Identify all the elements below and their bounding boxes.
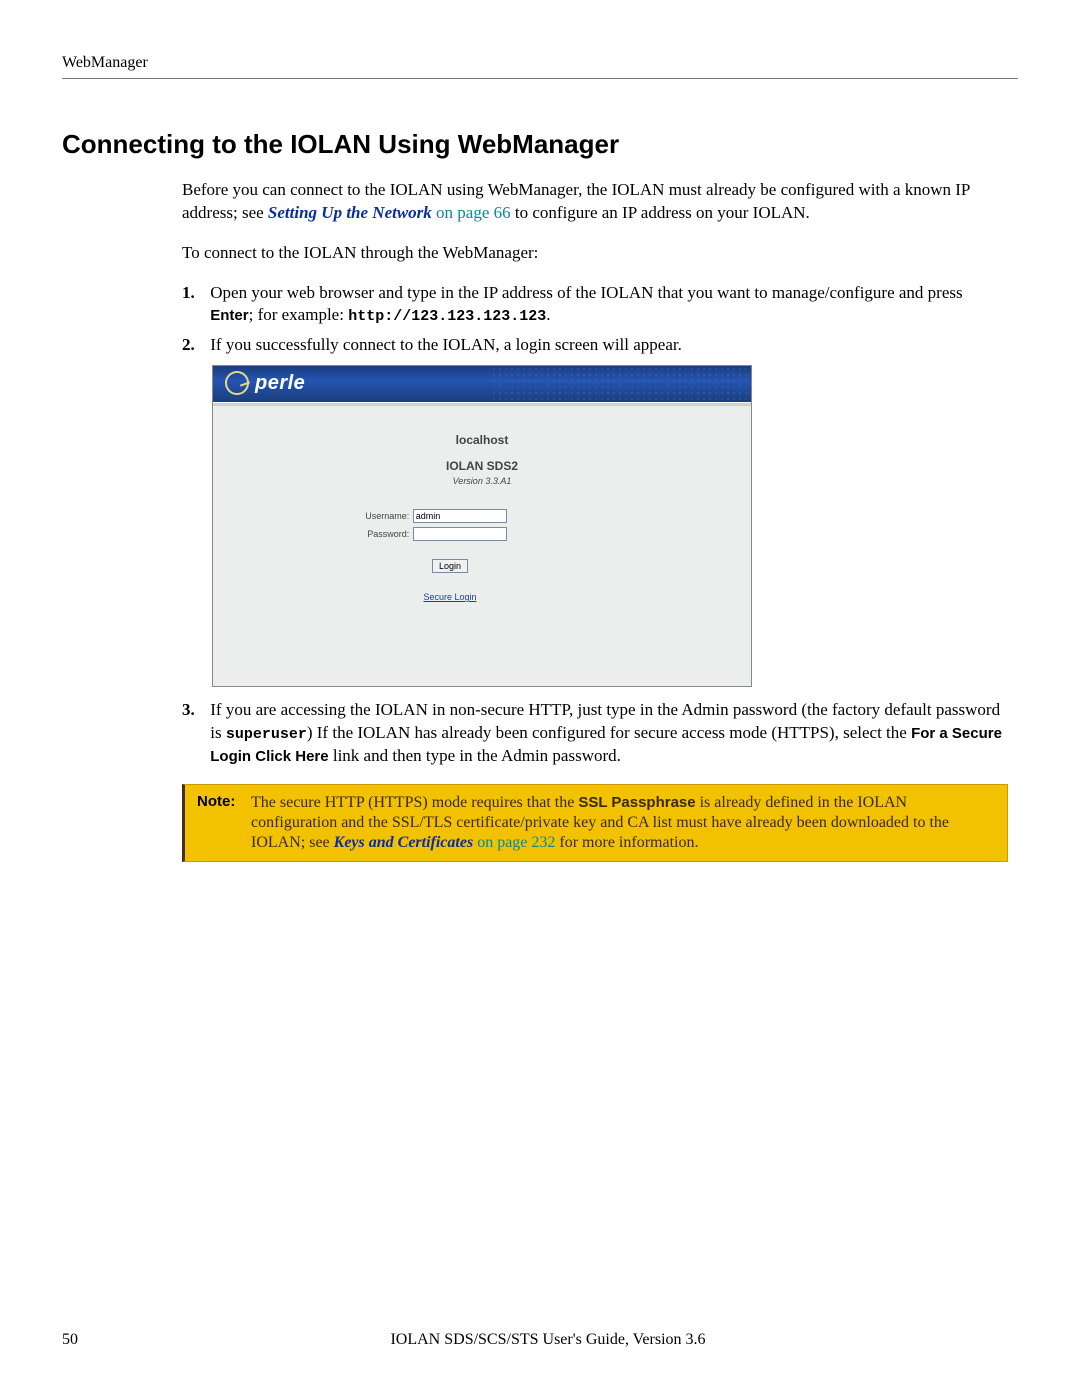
brand-logo: perle — [213, 366, 751, 401]
link-keys-certificates-page[interactable]: on page 232 — [473, 834, 555, 851]
login-header-bar: perle — [213, 366, 751, 402]
logo-ring-icon — [225, 371, 249, 395]
step-number: 2. — [182, 334, 206, 357]
step-number: 3. — [182, 699, 206, 722]
brand-text: perle — [255, 370, 305, 397]
username-input[interactable] — [413, 509, 507, 523]
hostname-label: localhost — [213, 432, 751, 448]
step-3: 3. If you are accessing the IOLAN in non… — [182, 699, 1008, 768]
footer-text: IOLAN SDS/SCS/STS User's Guide, Version … — [62, 1329, 1018, 1351]
step-2: 2. If you successfully connect to the IO… — [182, 334, 1008, 687]
section-title: Connecting to the IOLAN Using WebManager — [62, 127, 1018, 162]
page-number: 50 — [62, 1329, 78, 1351]
version-label: Version 3.3.A1 — [213, 475, 751, 487]
document-page: WebManager Connecting to the IOLAN Using… — [0, 0, 1080, 1397]
link-setting-up-network-page[interactable]: on page 66 — [432, 203, 511, 222]
note-text-a: The secure HTTP (HTTPS) mode requires th… — [251, 794, 578, 811]
note-body: The secure HTTP (HTTPS) mode requires th… — [251, 793, 995, 853]
steps-list: 1. Open your web browser and type in the… — [182, 282, 1008, 768]
password-row: Password: — [213, 527, 751, 541]
login-screenshot: perle localhost IOLAN SDS2 Version 3.3.A… — [212, 365, 752, 687]
step-1: 1. Open your web browser and type in the… — [182, 282, 1008, 328]
step-number: 1. — [182, 282, 206, 305]
step1-text-c: . — [546, 305, 550, 324]
step2-text: If you successfully connect to the IOLAN… — [210, 334, 1006, 357]
step1-example-url: http://123.123.123.123 — [348, 308, 546, 325]
intro-paragraph-1: Before you can connect to the IOLAN usin… — [182, 179, 1008, 225]
login-form: Username: Password: Login Secure Login — [213, 509, 751, 603]
step1-text-b: ; for example: — [249, 305, 349, 324]
note-text-c: for more information. — [555, 834, 698, 851]
step3-default-password: superuser — [226, 726, 307, 743]
step1-text-a: Open your web browser and type in the IP… — [210, 283, 962, 302]
login-body: localhost IOLAN SDS2 Version 3.3.A1 User… — [213, 406, 751, 604]
model-label: IOLAN SDS2 — [213, 458, 751, 474]
intro-text-1b: to configure an IP address on your IOLAN… — [511, 203, 810, 222]
note-box: Note: The secure HTTP (HTTPS) mode requi… — [182, 784, 1008, 862]
note-label: Note: — [197, 793, 251, 853]
step3-text-b: ) If the IOLAN has already been configur… — [307, 723, 911, 742]
username-row: Username: — [213, 509, 751, 523]
password-input[interactable] — [413, 527, 507, 541]
link-keys-certificates[interactable]: Keys and Certificates — [334, 834, 474, 851]
page-footer: 50 IOLAN SDS/SCS/STS User's Guide, Versi… — [62, 1329, 1018, 1351]
secure-login-link[interactable]: Secure Login — [181, 591, 719, 603]
intro-paragraph-2: To connect to the IOLAN through the WebM… — [182, 242, 1008, 265]
body-content: Before you can connect to the IOLAN usin… — [182, 179, 1008, 862]
password-label: Password: — [353, 528, 409, 540]
running-header: WebManager — [62, 52, 1018, 79]
step1-enter-key: Enter — [210, 307, 248, 324]
login-button[interactable]: Login — [432, 559, 468, 573]
note-ssl-passphrase: SSL Passphrase — [578, 794, 695, 811]
step3-text-c: link and then type in the Admin password… — [329, 746, 621, 765]
link-setting-up-network[interactable]: Setting Up the Network — [268, 203, 432, 222]
username-label: Username: — [353, 510, 409, 522]
